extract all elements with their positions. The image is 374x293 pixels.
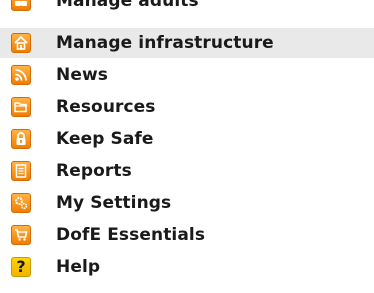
people-icon [11, 0, 31, 11]
rss-icon [11, 65, 31, 85]
menu-item-dofe-essentials[interactable]: DofE Essentials [0, 220, 374, 250]
menu-item-label: Manage infrastructure [56, 33, 274, 53]
menu-item-label: Help [56, 257, 101, 277]
menu-item-news[interactable]: News [0, 60, 374, 90]
menu-item-keep-safe[interactable]: Keep Safe [0, 124, 374, 154]
padlock-icon [11, 129, 31, 149]
menu-item-manage-infrastructure[interactable]: Manage infrastructure [0, 28, 374, 58]
menu-item-resources[interactable]: Resources [0, 92, 374, 122]
menu-item-help[interactable]: ? Help [0, 252, 374, 282]
menu-item-reports[interactable]: Reports [0, 156, 374, 186]
menu-item-label: DofE Essentials [56, 225, 206, 245]
cart-icon [11, 225, 31, 245]
menu-item-label: My Settings [56, 193, 172, 213]
menu-item-label: Keep Safe [56, 129, 154, 149]
menu-item-label: Reports [56, 161, 132, 181]
document-icon [11, 161, 31, 181]
menu-item-my-settings[interactable]: My Settings [0, 188, 374, 218]
menu-item-label: News [56, 65, 108, 85]
question-icon: ? [11, 257, 31, 277]
menu-item-label: Resources [56, 97, 156, 117]
folder-icon [11, 97, 31, 117]
navigation-menu: Manage adults Manage infrastructure News [0, 0, 374, 293]
menu-item-manage-adults[interactable]: Manage adults [0, 0, 374, 16]
menu-item-label: Manage adults [56, 0, 199, 11]
house-icon [11, 33, 31, 53]
cogs-icon [11, 193, 31, 213]
